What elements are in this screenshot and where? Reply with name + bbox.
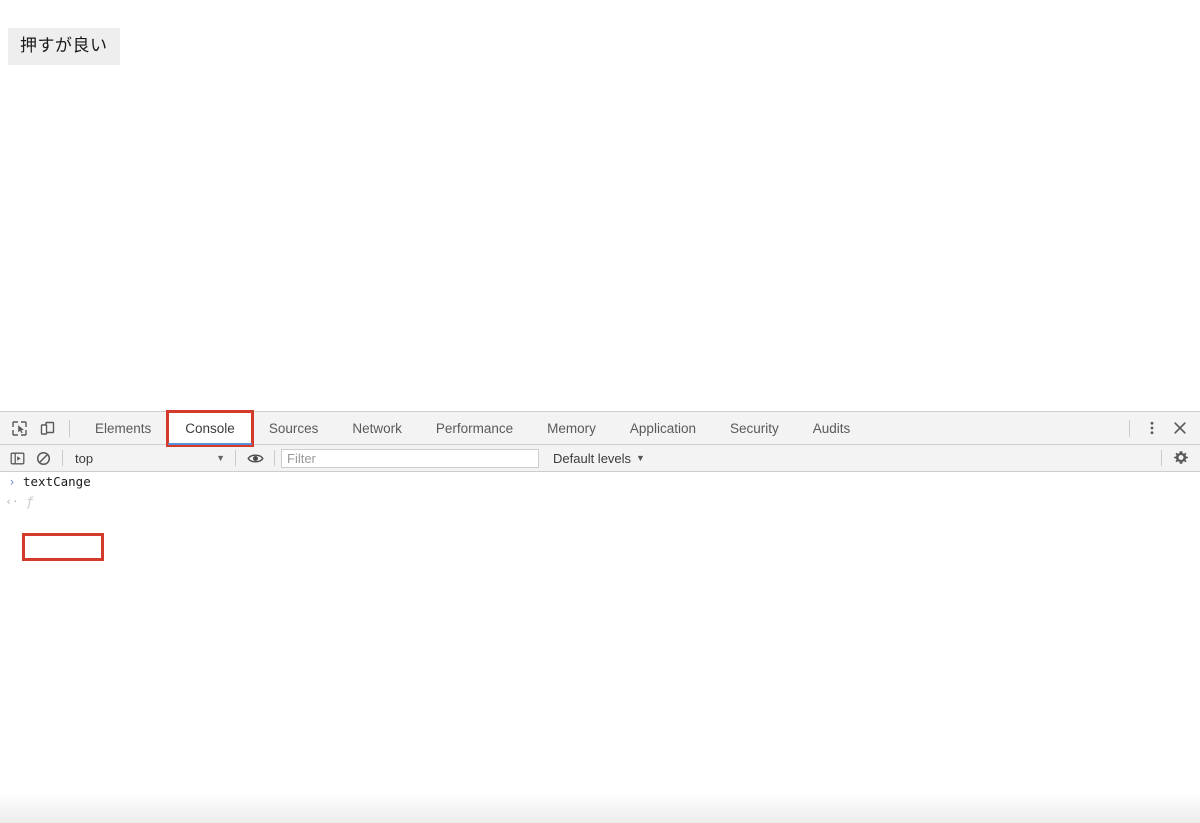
live-expression-icon[interactable] bbox=[242, 446, 268, 470]
tab-console[interactable]: Console bbox=[166, 409, 254, 447]
result-arrow-icon: ‹· bbox=[5, 495, 19, 508]
console-output[interactable]: › textCange ‹· ƒ bbox=[0, 472, 1200, 823]
tab-application[interactable]: Application bbox=[613, 412, 713, 445]
tab-performance[interactable]: Performance bbox=[419, 412, 530, 445]
console-toolbar-divider-1 bbox=[62, 450, 63, 466]
tab-audits[interactable]: Audits bbox=[796, 412, 868, 445]
window-bottom-strip bbox=[0, 793, 1200, 823]
chevron-down-icon-levels: ▼ bbox=[636, 453, 645, 463]
device-toolbar-icon[interactable] bbox=[33, 414, 61, 442]
console-input-line: › textCange bbox=[0, 472, 1200, 492]
tab-label: Memory bbox=[547, 420, 596, 436]
execution-context-label: top bbox=[75, 450, 94, 466]
tab-label: Console bbox=[185, 420, 235, 436]
console-line-text: textCange bbox=[23, 474, 91, 489]
console-filter-input[interactable] bbox=[281, 448, 539, 468]
console-result-line: ‹· ƒ bbox=[0, 492, 1200, 512]
toolbar-divider bbox=[69, 419, 70, 437]
devtools-panel: Elements Console Sources Network Performance… bbox=[0, 409, 1200, 823]
gear-icon[interactable] bbox=[1168, 446, 1194, 470]
console-toolbar-divider-3 bbox=[274, 450, 275, 466]
console-toolbar: top ▼ Default levels ▼ bbox=[0, 445, 1200, 472]
console-line-text: ƒ bbox=[26, 494, 34, 509]
tab-elements[interactable]: Elements bbox=[78, 412, 168, 445]
clear-console-icon[interactable] bbox=[30, 446, 56, 470]
tab-label: Network bbox=[352, 420, 402, 436]
tab-network[interactable]: Network bbox=[335, 412, 419, 445]
more-options-icon[interactable] bbox=[1138, 414, 1166, 442]
toolbar-divider-right bbox=[1129, 419, 1130, 437]
log-levels-label: Default levels bbox=[553, 450, 632, 466]
tab-sources[interactable]: Sources bbox=[252, 412, 336, 445]
console-toolbar-divider-2 bbox=[235, 450, 236, 466]
inspect-element-icon[interactable] bbox=[5, 414, 33, 442]
annotation-highlight-textcange bbox=[22, 533, 104, 561]
devtools-tabbar-right bbox=[1121, 414, 1200, 442]
tab-label: Sources bbox=[268, 420, 319, 436]
log-levels-select[interactable]: Default levels ▼ bbox=[553, 451, 645, 466]
console-toolbar-divider-4 bbox=[1161, 450, 1162, 466]
execution-context-select[interactable]: top ▼ bbox=[69, 448, 229, 469]
close-icon[interactable] bbox=[1166, 414, 1194, 442]
page-action-button[interactable]: 押すが良い bbox=[8, 28, 120, 65]
tab-security[interactable]: Security bbox=[713, 412, 796, 445]
devtools-tabs: Elements Console Sources Network Performance… bbox=[78, 409, 1121, 447]
page-viewport: 押すが良い bbox=[0, 0, 1200, 411]
chevron-down-icon: ▼ bbox=[216, 453, 225, 463]
tab-label: Elements bbox=[95, 420, 152, 436]
console-sidebar-icon[interactable] bbox=[4, 446, 30, 470]
tab-label: Application bbox=[629, 420, 696, 436]
devtools-tabbar: Elements Console Sources Network Performance… bbox=[0, 409, 1200, 447]
tab-memory[interactable]: Memory bbox=[530, 412, 613, 445]
tab-label: Audits bbox=[812, 420, 851, 436]
prompt-chevron-icon: › bbox=[8, 475, 16, 489]
tab-label: Security bbox=[729, 420, 779, 436]
tab-label: Performance bbox=[435, 420, 514, 436]
console-toolbar-right bbox=[1155, 446, 1200, 470]
